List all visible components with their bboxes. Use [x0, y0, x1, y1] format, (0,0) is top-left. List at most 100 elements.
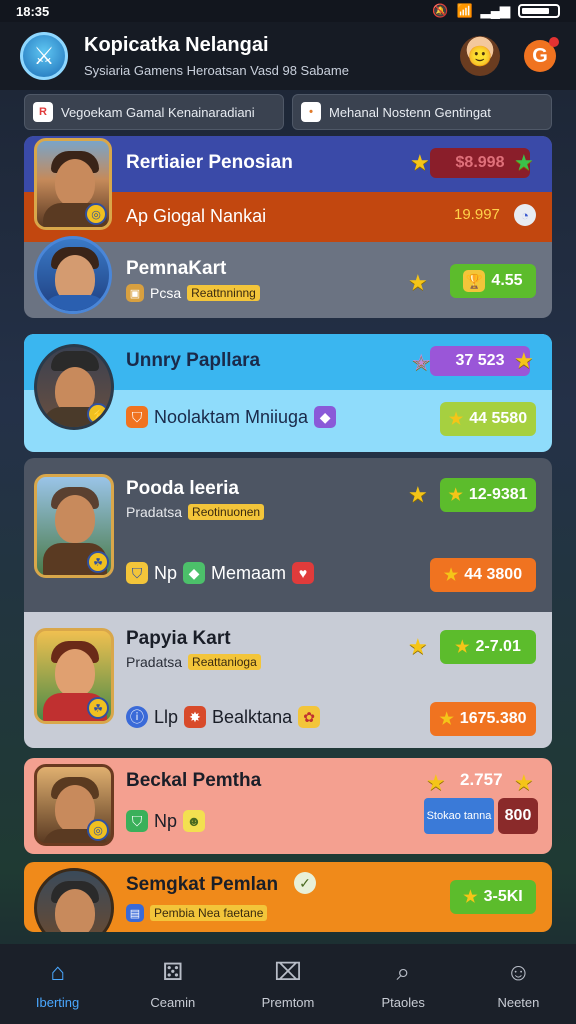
star-icon: ★ — [439, 711, 454, 728]
card-tag: Reattanioga — [188, 654, 261, 670]
card-subtitle-row: ⛉ Noolaktam Mniiuga ◆ — [126, 406, 337, 428]
filter-chip-label: Vegoekam Gamal Kenainaradiani — [61, 104, 255, 120]
card-subtitle-row: ▣ Pcsa Reattnninng — [126, 284, 260, 302]
rank-badge-icon: ☘ — [87, 697, 109, 719]
card-title: Semgkat Pemlan — [126, 874, 279, 895]
rank-badge-icon: ◎ — [87, 819, 109, 841]
star-outline-icon: ✭ — [412, 350, 431, 375]
tab-profile[interactable]: ☺ Neeten — [461, 944, 576, 1024]
green-star-icon: ★ — [514, 150, 534, 175]
character-portrait: ◎ — [34, 138, 112, 230]
score-pill[interactable]: ★ 1675.380 — [430, 702, 536, 736]
card-subtitle-row: ▤ Pembia Nea faetane — [126, 904, 268, 922]
star-icon: ★ — [455, 639, 470, 656]
price-pill[interactable]: 🏆 4.55 — [450, 264, 536, 298]
character-portrait: ◎ — [34, 764, 114, 846]
card-tag: Reotinuonen — [188, 504, 265, 520]
chip-label: Llp — [154, 706, 179, 727]
status-time: 18:35 — [16, 3, 50, 19]
rank-badge-icon: ☘ — [87, 551, 109, 573]
game-card-group-1[interactable]: ◎ Rertiaier Penosian ★ $8.998 ★ Ap Gioga… — [24, 136, 552, 318]
score-pill[interactable]: ★ 44 3800 — [430, 558, 536, 592]
crate-icon: ▣ — [126, 284, 144, 302]
shield-icon: ⛉ — [126, 562, 148, 584]
card-subtitle: Ap Giogal Nankai — [126, 206, 267, 226]
tab-label: Ceamin — [150, 994, 196, 1010]
chip-label: Bealktana — [212, 706, 293, 727]
star-icon: ★ — [514, 770, 534, 795]
badge-icon: ✓ — [294, 872, 316, 894]
bottom-tab-bar: ⌂ Iberting ⚄ Ceamin ⌧ Premtom ⌕ Ptaoles … — [0, 944, 576, 1024]
wifi-icon: 📶 — [456, 3, 473, 18]
tab-home[interactable]: ⌂ Iberting — [0, 944, 115, 1024]
character-portrait: ☘ — [34, 628, 114, 724]
tab-search[interactable]: ⌕ Ptaoles — [346, 944, 461, 1024]
tab-label: Ptaoles — [381, 994, 425, 1010]
price-pill[interactable]: ★ 2-7.01 — [440, 630, 536, 664]
battery-icon — [518, 4, 560, 18]
gift-icon: ✿ — [298, 706, 321, 728]
price-pill[interactable]: ★ 3-5KI — [450, 880, 536, 914]
signal-icon: ▂▄▆ — [480, 3, 510, 18]
card-subtitle-row: Pradatsa Reotinuonen — [126, 504, 265, 520]
shield-icon: ⛉ — [126, 406, 148, 428]
stock-box: Stokao tanna — [424, 798, 494, 834]
tab-label: Premtom — [261, 994, 315, 1010]
tab-label: Neeten — [497, 994, 540, 1010]
star-icon: ★ — [448, 411, 464, 428]
cube-icon: ◆ — [183, 562, 206, 584]
game-card-3[interactable]: ⚡ Unnry Papllara ✭ 37 523 ★ ⛉ Noolaktam … — [24, 334, 552, 452]
score-pill[interactable]: ★ 44 5580 — [440, 402, 536, 436]
box-icon: ⌧ — [274, 959, 302, 986]
chip-label: Np — [154, 810, 178, 831]
score-value: 1675.380 — [459, 710, 527, 727]
heart-icon: ♥ — [292, 562, 315, 584]
tab-label: Iberting — [35, 994, 80, 1010]
bell-icon: 🔕 — [432, 3, 449, 18]
star-icon: ★ — [408, 270, 428, 295]
price-value: 2-7.01 — [475, 638, 521, 655]
card-chip-row: ⛉ Np ◆ Memaam ♥ — [126, 562, 315, 584]
character-portrait — [34, 236, 112, 314]
card-subtitle: Pembia Nea faetane — [150, 905, 268, 921]
stock-value[interactable]: 800 — [498, 798, 538, 834]
star-icon: ★ — [514, 348, 534, 373]
app-logo-icon[interactable]: ⚔ — [20, 32, 68, 80]
price-value: 2.757 — [460, 770, 503, 789]
filter-chip-2[interactable]: • Mehanal Nostenn Gentingat — [292, 94, 552, 130]
header-text: Kopicatka Nelangai Sysiaria Gamens Heroa… — [84, 34, 460, 78]
cube-icon: ◆ — [314, 406, 337, 428]
tab-premium[interactable]: ⌧ Premtom — [230, 944, 345, 1024]
filter-chip-1[interactable]: R Vegoekam Gamal Kenainaradiani — [24, 94, 284, 130]
app-title: Kopicatka Nelangai — [84, 34, 269, 56]
card-subtitle-row: Pradatsa Reattanioga — [126, 654, 261, 670]
clock-icon: ◔ — [514, 204, 536, 226]
game-card-6[interactable]: ◎ Beckal Pemtha ★ 2.757 ★ ⛉ Np ☻ Stokao … — [24, 758, 552, 854]
rank-badge-icon: ◎ — [85, 203, 107, 225]
rank-badge-icon: ⚡ — [87, 403, 109, 425]
notification-button[interactable]: G — [524, 37, 559, 72]
price-pill[interactable]: ★ 12-9381 — [440, 478, 536, 512]
profile-avatar[interactable]: 🙂 — [460, 36, 500, 76]
card-title: Papyia Kart — [126, 628, 231, 649]
dice-icon: ⚄ — [162, 959, 184, 986]
notification-dot — [549, 37, 559, 47]
card-subtitle: Noolaktam Mniiuga — [154, 406, 309, 427]
chip-label: Memaam — [211, 562, 287, 583]
score-value: 44 3800 — [464, 566, 523, 583]
game-card-7[interactable]: Semgkat Pemlan ✓ ▤ Pembia Nea faetane ★ … — [24, 862, 552, 932]
star-icon: ★ — [408, 482, 428, 507]
card-title: Beckal Pemtha — [126, 770, 262, 791]
star-icon: ★ — [408, 634, 428, 659]
price-value: 3-5KI — [483, 888, 523, 905]
status-bar: 18:35 🔕 📶 ▂▄▆ — [0, 0, 576, 22]
shield-icon: ⛉ — [126, 810, 148, 832]
app-subtitle: Sysiaria Gamens Heroatsan Vasd 98 Sabame — [84, 63, 349, 78]
card-title: Rertiaier Penosian — [126, 152, 293, 173]
smile-icon: ☺ — [506, 958, 531, 986]
game-card-group-2[interactable]: ☘ Pooda leeria Pradatsa Reotinuonen ★ ★ … — [24, 458, 552, 748]
home-icon: ⌂ — [50, 958, 65, 986]
tab-games[interactable]: ⚄ Ceamin — [115, 944, 230, 1024]
character-portrait: ⚡ — [34, 344, 114, 430]
info-icon: ⓘ — [126, 706, 148, 728]
